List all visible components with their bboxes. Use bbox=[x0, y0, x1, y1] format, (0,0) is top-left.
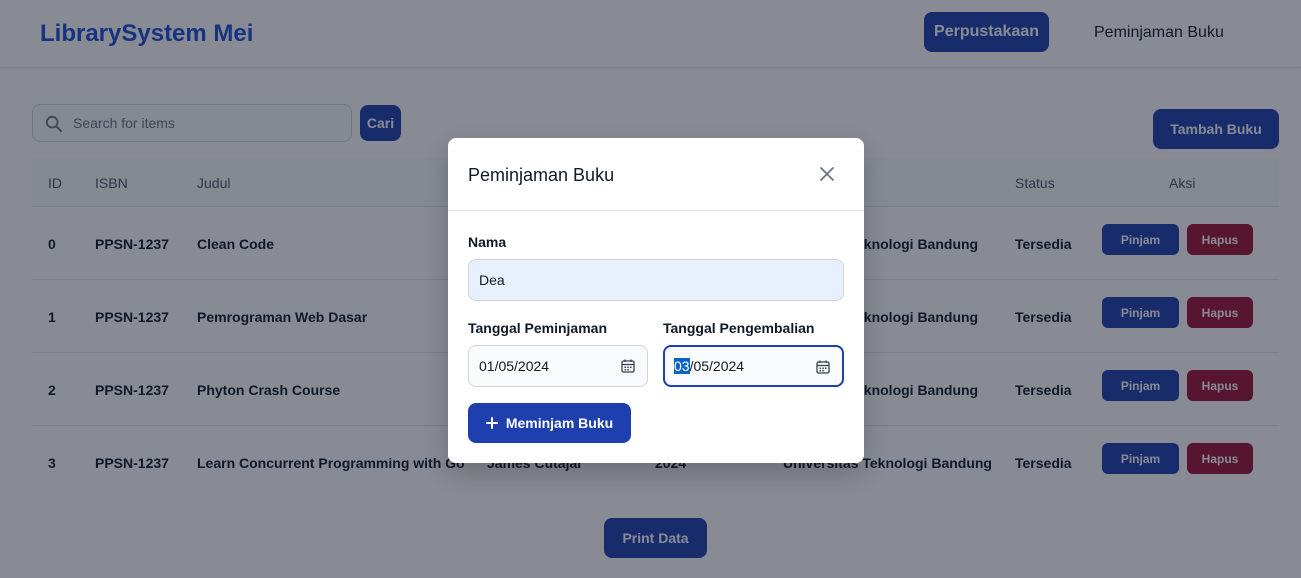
tanggal-pengembalian-rest: /05/2024 bbox=[689, 358, 745, 374]
tanggal-pengembalian-day-selected: 03 bbox=[674, 358, 690, 374]
calendar-icon[interactable] bbox=[816, 360, 830, 374]
nama-input[interactable]: Dea bbox=[468, 259, 844, 301]
modal-title: Peminjaman Buku bbox=[468, 165, 615, 185]
tanggal-peminjaman-label: Tanggal Peminjaman bbox=[468, 320, 607, 336]
nama-label: Nama bbox=[468, 234, 507, 250]
tanggal-pengembalian-input[interactable]: 03/05/2024 bbox=[663, 345, 844, 387]
peminjaman-modal: Peminjaman Buku Nama Dea Tanggal Peminja… bbox=[448, 138, 864, 463]
tanggal-peminjaman-input[interactable]: 01/05/2024 bbox=[468, 345, 648, 387]
meminjam-buku-label: Meminjam Buku bbox=[505, 415, 614, 431]
calendar-icon[interactable] bbox=[621, 359, 635, 373]
close-icon[interactable] bbox=[818, 165, 836, 183]
tanggal-pengembalian-label: Tanggal Pengembalian bbox=[663, 320, 815, 336]
plus-icon bbox=[485, 417, 498, 429]
modal-header: Peminjaman Buku bbox=[448, 138, 864, 211]
meminjam-buku-button[interactable]: Meminjam Buku bbox=[468, 403, 631, 443]
tanggal-peminjaman-value: 01/05/2024 bbox=[479, 358, 550, 374]
